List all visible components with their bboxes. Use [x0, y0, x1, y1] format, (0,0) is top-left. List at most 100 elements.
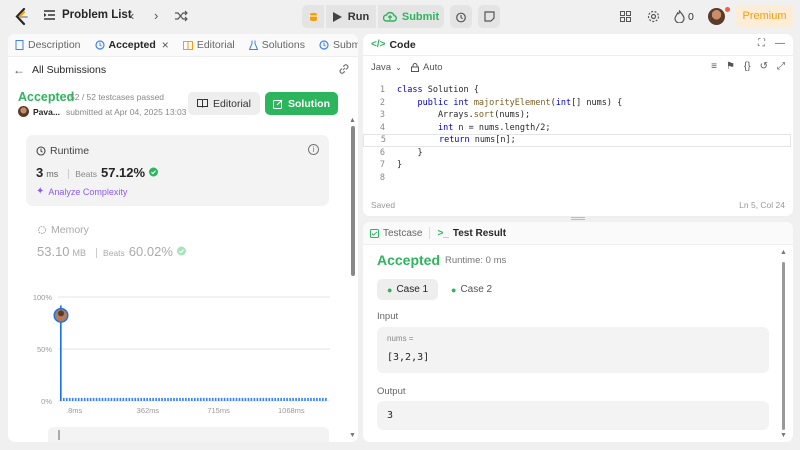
- distribution-bar: [262, 397, 265, 401]
- expand-icon[interactable]: ⤢: [777, 61, 785, 72]
- distribution-bar: [167, 397, 169, 401]
- scroll-up-icon[interactable]: ▲: [349, 117, 356, 124]
- terminal-icon: >_: [437, 227, 449, 239]
- code-line[interactable]: 5 return nums[n];: [363, 134, 791, 147]
- code-line[interactable]: 6 }: [363, 147, 791, 160]
- memory-heading[interactable]: Memory: [37, 224, 89, 236]
- reset-icon[interactable]: ↺: [760, 61, 768, 72]
- format-icon[interactable]: ≡: [711, 61, 717, 72]
- run-button[interactable]: Run: [326, 5, 376, 28]
- username[interactable]: Pava...: [33, 107, 60, 117]
- line-number: 1: [379, 85, 385, 96]
- tab-description[interactable]: Description: [8, 34, 88, 56]
- distribution-bar: [155, 397, 157, 401]
- play-icon: [332, 11, 342, 22]
- distribution-bar: [191, 397, 193, 401]
- clock-icon: [36, 146, 46, 156]
- scroll-up-icon[interactable]: ▲: [780, 249, 787, 256]
- code-line[interactable]: 3 Arrays.sort(nums);: [363, 109, 791, 122]
- code-line[interactable]: 7}: [363, 159, 791, 172]
- input-var-name: nums =: [387, 334, 414, 343]
- distribution-bar: [205, 397, 208, 401]
- user-avatar[interactable]: [708, 8, 725, 25]
- tab-testcase[interactable]: Testcase: [363, 222, 429, 244]
- code-text[interactable]: }: [397, 160, 402, 170]
- auto-mode-toggle[interactable]: Auto: [411, 62, 443, 73]
- notes-button[interactable]: [478, 5, 500, 28]
- panel-resize-handle[interactable]: [571, 217, 585, 220]
- x-tick-label: 715ms: [207, 406, 230, 415]
- fire-streak-icon[interactable]: [674, 10, 685, 23]
- next-problem-icon[interactable]: ›: [154, 9, 166, 22]
- settings-gear-icon[interactable]: [647, 10, 660, 23]
- distribution-bar: [182, 397, 184, 401]
- fullscreen-icon[interactable]: ⛶: [758, 38, 765, 49]
- result-scrollbar-thumb[interactable]: [782, 262, 785, 430]
- code-text[interactable]: return nums[n];: [398, 135, 516, 145]
- distribution-bar: [77, 397, 80, 401]
- runtime-card[interactable]: Runtime i 3 ms Beats 57.12% ✦ Analyze Co…: [26, 135, 329, 206]
- shuffle-icon[interactable]: [175, 10, 188, 22]
- distribution-bar: [62, 397, 65, 401]
- code-text[interactable]: Arrays.sort(nums);: [397, 110, 530, 120]
- share-link-icon[interactable]: [338, 63, 350, 75]
- distribution-bar: [173, 397, 175, 401]
- analyze-complexity-link[interactable]: ✦ Analyze Complexity: [36, 186, 127, 197]
- distribution-bar: [241, 397, 244, 401]
- code-line[interactable]: 1 class Solution {: [363, 84, 791, 97]
- premium-button[interactable]: Premium: [736, 5, 793, 27]
- code-text[interactable]: }: [397, 148, 422, 158]
- submit-button[interactable]: Submit: [378, 5, 444, 28]
- runtime-distribution-chart[interactable]: 100% 50% 0% .8ms 362ms 715ms 1068ms: [18, 289, 338, 419]
- case-tab-2[interactable]: ● Case 2: [441, 279, 502, 300]
- code-line[interactable]: 8: [363, 172, 791, 185]
- distribution-bar: [256, 397, 259, 401]
- tab-editorial[interactable]: Editorial: [176, 34, 242, 56]
- tab-submissions-label: Submissions: [332, 39, 358, 51]
- back-to-submissions[interactable]: ← All Submissions: [13, 63, 106, 77]
- code-text[interactable]: public int majorityElement(int[] nums) {: [397, 98, 622, 108]
- distribution-bar: [116, 397, 119, 401]
- close-tab-icon[interactable]: ×: [162, 38, 169, 52]
- code-text[interactable]: int n = nums.length/2;: [397, 123, 551, 133]
- test-result-panel: Testcase >_ Test Result Accepted Runtime…: [363, 222, 793, 442]
- editorial-button[interactable]: Editorial: [188, 92, 260, 115]
- scroll-down-icon[interactable]: ▼: [349, 432, 356, 439]
- distribution-bar: [217, 397, 220, 401]
- distribution-bar: [268, 397, 271, 401]
- left-scrollbar-thumb[interactable]: [351, 126, 355, 276]
- problem-list-button[interactable]: Problem List: [44, 9, 132, 21]
- distribution-bar: [229, 397, 232, 401]
- prev-problem-icon[interactable]: ‹: [130, 9, 142, 22]
- code-line[interactable]: 2 public int majorityElement(int[] nums)…: [363, 97, 791, 110]
- memory-value: 53.10: [37, 244, 70, 259]
- collapse-icon[interactable]: —: [775, 38, 785, 49]
- tab-accepted[interactable]: Accepted ×: [88, 34, 176, 56]
- distribution-bar: [185, 397, 187, 401]
- streak-count: 0: [688, 11, 694, 23]
- description-icon: [15, 40, 24, 50]
- language-select[interactable]: Java ⌄: [371, 62, 402, 73]
- all-submissions-label: All Submissions: [32, 64, 107, 76]
- leetcode-logo-icon[interactable]: [14, 8, 30, 26]
- history-icon: [94, 40, 105, 50]
- braces-icon[interactable]: {}: [744, 61, 751, 72]
- code-line[interactable]: 4 int n = nums.length/2;: [363, 122, 791, 135]
- distribution-bar: [164, 397, 166, 401]
- bookmark-icon[interactable]: ⚑: [726, 61, 735, 72]
- solution-button[interactable]: Solution: [265, 92, 338, 115]
- layout-grid-icon[interactable]: [620, 11, 631, 22]
- tab-submissions[interactable]: Submissions: [312, 34, 358, 56]
- code-brackets-icon: </>: [371, 39, 386, 50]
- output-value: 3: [387, 410, 394, 421]
- tab-test-result[interactable]: >_ Test Result: [430, 222, 513, 244]
- distribution-bar: [101, 397, 104, 401]
- debug-button[interactable]: [302, 5, 324, 28]
- timer-button[interactable]: [450, 5, 472, 28]
- runtime-value-row: 3 ms Beats 57.12%: [36, 165, 159, 180]
- info-icon[interactable]: i: [308, 144, 319, 155]
- scroll-down-icon[interactable]: ▼: [780, 432, 787, 439]
- case-tab-1[interactable]: ● Case 1: [377, 279, 439, 300]
- tab-solutions[interactable]: Solutions: [242, 34, 312, 56]
- code-text[interactable]: class Solution {: [397, 85, 479, 95]
